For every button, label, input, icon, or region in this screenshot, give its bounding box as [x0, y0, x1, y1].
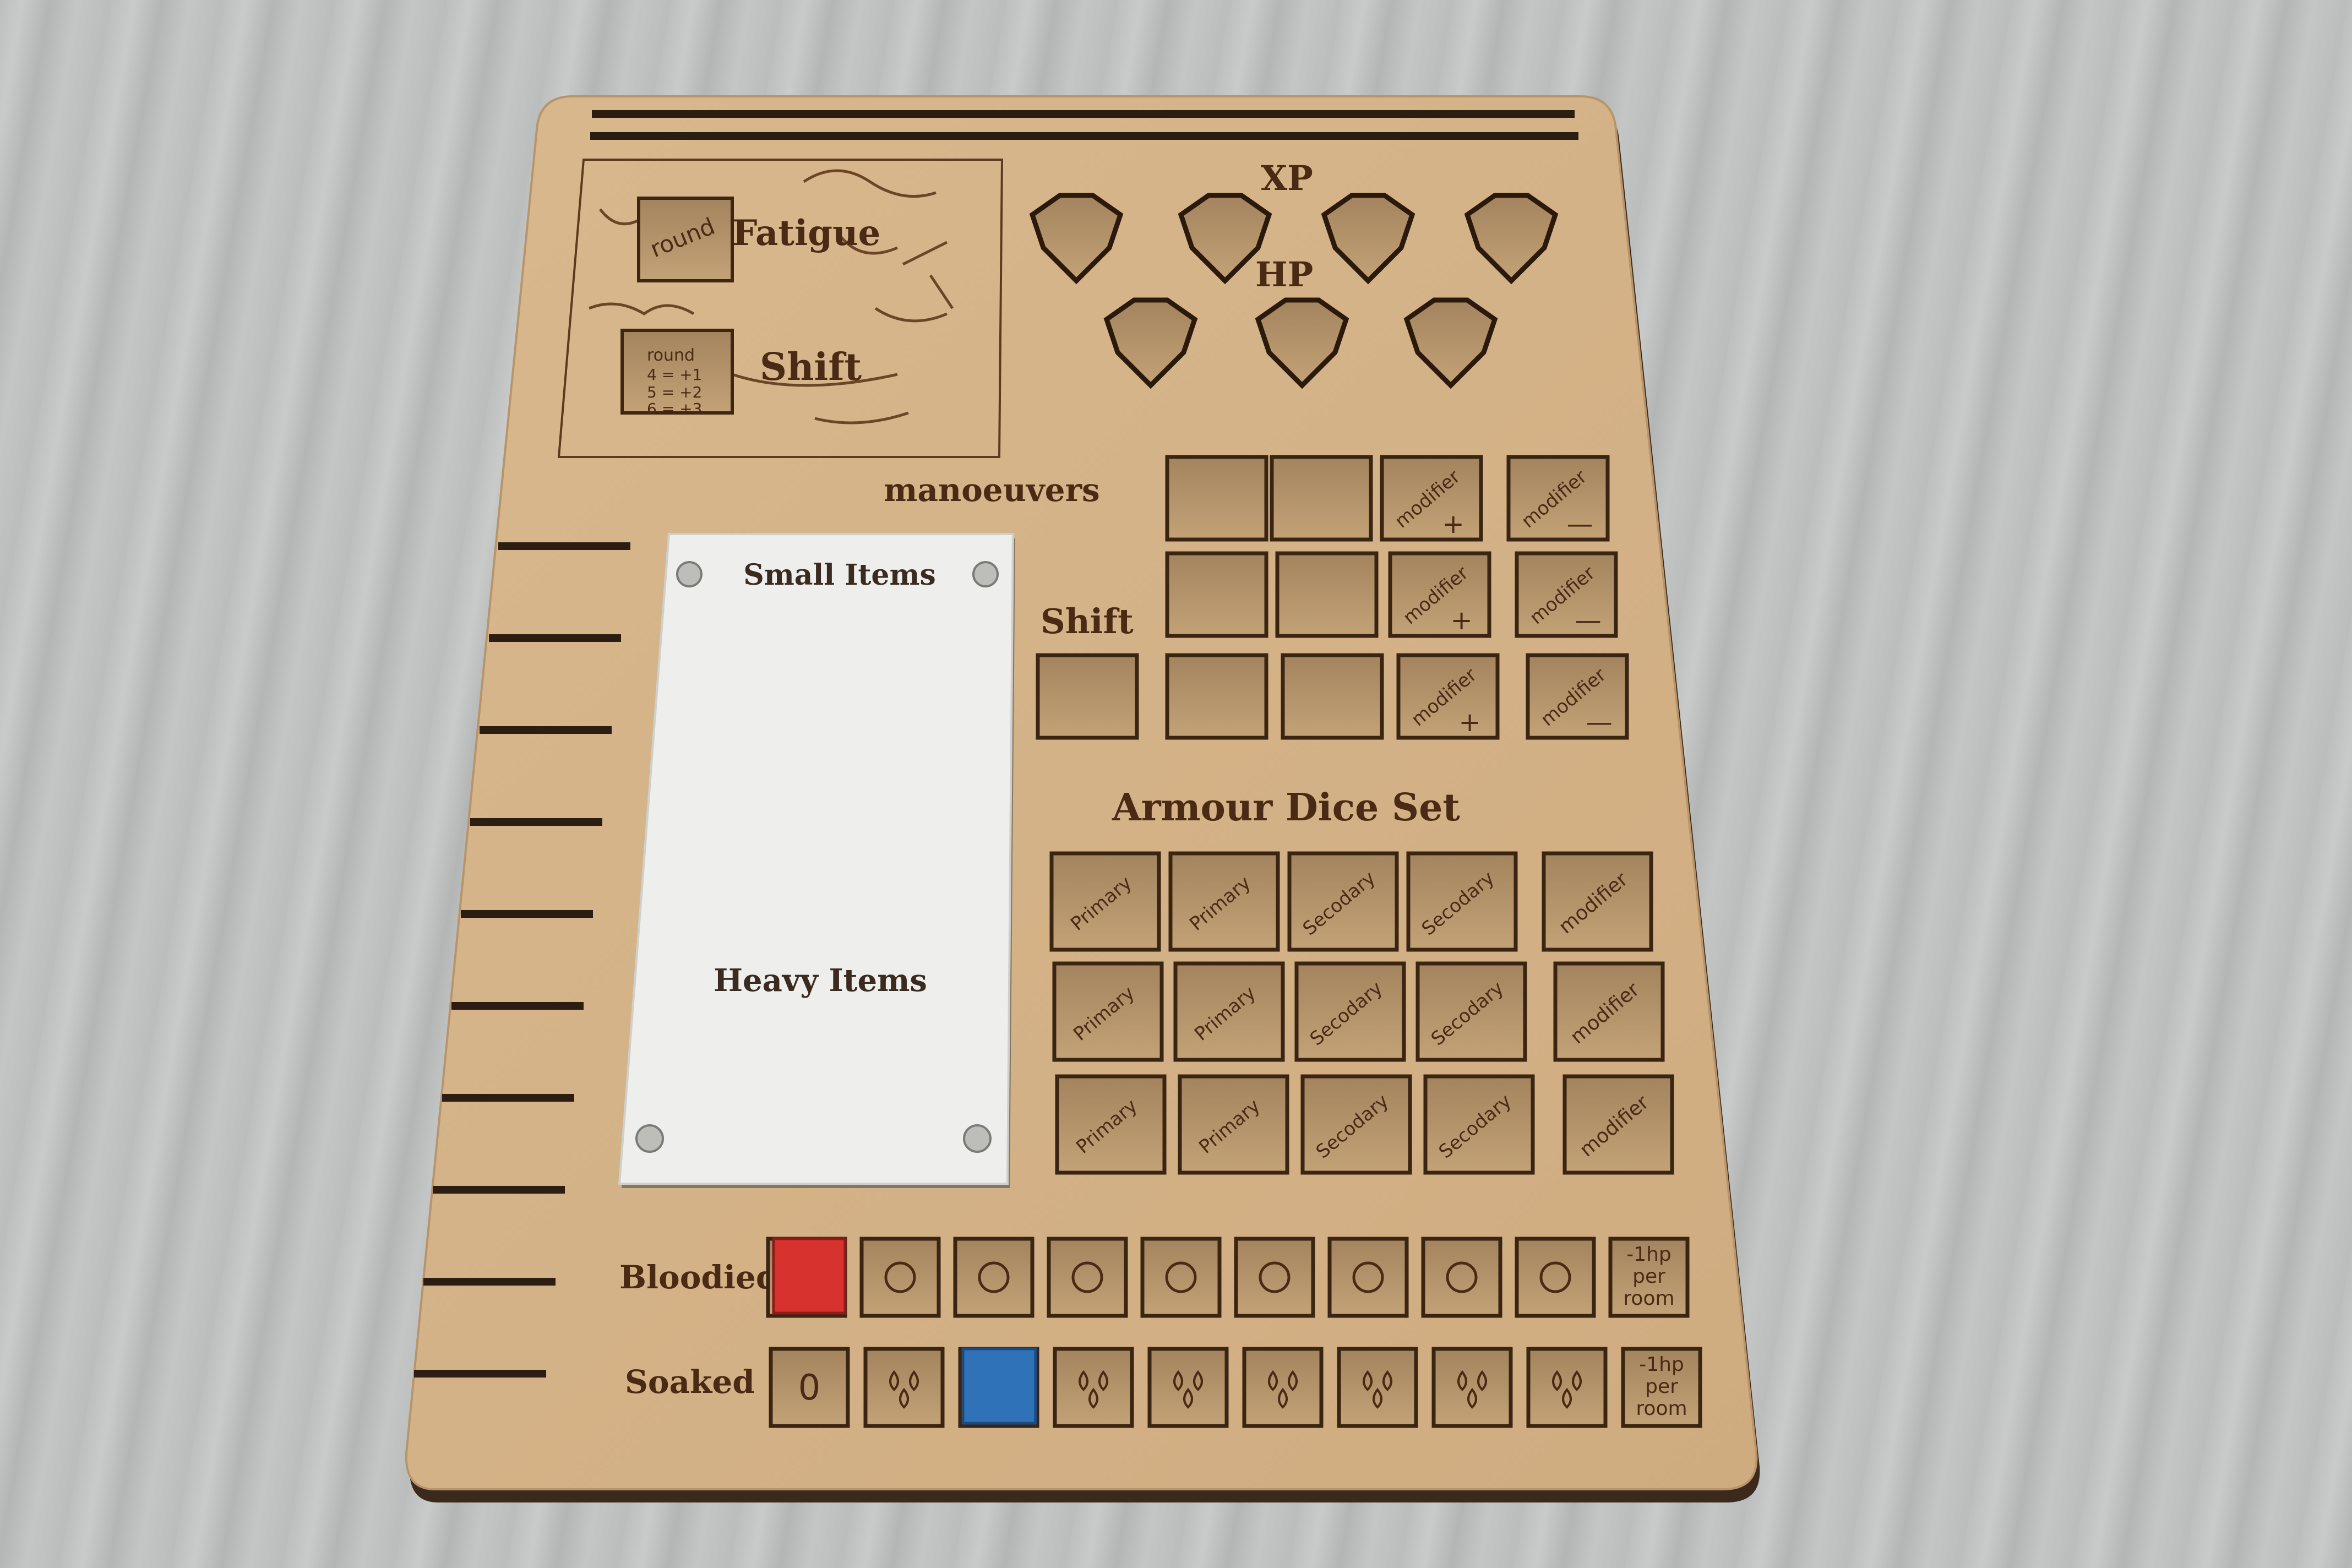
- inventory-slot[interactable]: [470, 818, 602, 826]
- manoeuver-slot[interactable]: [1281, 653, 1384, 740]
- inventory-slot[interactable]: [489, 634, 621, 642]
- inventory-slot[interactable]: [442, 1094, 574, 1102]
- penalty-text: -1hp: [1626, 1243, 1672, 1266]
- shift-round-text: round: [647, 346, 695, 365]
- manoeuver-slot[interactable]: [1275, 551, 1379, 638]
- minus-icon: —: [1575, 605, 1602, 636]
- items-card[interactable]: Small Items Heavy Items: [618, 533, 1015, 1188]
- soaked-label: Soaked: [625, 1363, 755, 1401]
- plus-icon: +: [1450, 605, 1472, 636]
- red-token[interactable]: [772, 1237, 847, 1315]
- armour-dice-label: Armour Dice Set: [1112, 786, 1460, 830]
- inventory-slot[interactable]: [498, 542, 630, 550]
- zero-text: 0: [798, 1368, 821, 1408]
- bloodied-slot[interactable]: [1421, 1237, 1502, 1318]
- minus-icon: —: [1567, 509, 1593, 540]
- fatigue-label: Fatigue: [732, 213, 880, 254]
- manoeuver-slot[interactable]: [1270, 455, 1373, 542]
- bloodied-slot[interactable]: [1234, 1237, 1315, 1318]
- round-rule-3: 6 = +3: [647, 400, 702, 418]
- round-rule-1: 4 = +1: [647, 366, 702, 384]
- inventory-slot[interactable]: [414, 1370, 546, 1378]
- soaked-slot[interactable]: [1526, 1347, 1608, 1428]
- card-rivet: [963, 1124, 992, 1153]
- blue-token[interactable]: [961, 1347, 1037, 1425]
- plus-icon: +: [1458, 707, 1480, 738]
- manoeuver-slot[interactable]: [1036, 653, 1139, 740]
- manoeuver-slot[interactable]: [1165, 653, 1268, 740]
- manoeuver-slot[interactable]: [1165, 455, 1268, 542]
- soaked-slot[interactable]: [1337, 1347, 1418, 1428]
- round-rule-2: 5 = +2: [647, 383, 702, 401]
- soaked-slot[interactable]: [1431, 1347, 1513, 1428]
- penalty-text: room: [1623, 1287, 1674, 1310]
- soaked-slot[interactable]: [1242, 1347, 1324, 1428]
- bloodied-label: Bloodied: [619, 1259, 778, 1296]
- manoeuver-slot[interactable]: [1165, 551, 1268, 638]
- bloodied-slot[interactable]: [1327, 1237, 1409, 1318]
- penalty-text: per: [1632, 1265, 1665, 1288]
- photo-scene: round Fatigue round 4 = +1 5 = +2 6 = +3…: [405, 95, 1760, 1502]
- inventory-slot[interactable]: [433, 1186, 565, 1194]
- soaked-slot[interactable]: [1147, 1347, 1229, 1428]
- bloodied-slot[interactable]: [953, 1237, 1035, 1318]
- card-rivet: [972, 561, 999, 587]
- bloodied-slot[interactable]: [1140, 1237, 1222, 1318]
- soaked-slot[interactable]: [863, 1347, 945, 1428]
- heavy-items-label: Heavy Items: [714, 962, 927, 999]
- bloodied-slot[interactable]: [859, 1237, 941, 1318]
- penalty-text: per: [1645, 1375, 1678, 1398]
- inventory-slot[interactable]: [423, 1278, 556, 1286]
- card-rivet: [635, 1124, 664, 1153]
- hp-label: HP: [1255, 254, 1313, 295]
- manoeuvers-label: manoeuvers: [884, 471, 1100, 509]
- shift-row-label: Shift: [1041, 601, 1134, 641]
- plus-icon: +: [1442, 509, 1464, 540]
- xp-label: XP: [1261, 158, 1313, 198]
- top-slot: [592, 110, 1575, 118]
- inventory-slot[interactable]: [480, 726, 612, 734]
- inventory-slot[interactable]: [461, 910, 593, 918]
- minus-icon: —: [1586, 707, 1613, 738]
- top-slot: [590, 132, 1578, 140]
- shift-label: Shift: [760, 345, 862, 389]
- bloodied-slot[interactable]: [1515, 1237, 1596, 1318]
- penalty-text: room: [1636, 1397, 1687, 1420]
- card-rivet: [676, 561, 703, 587]
- penalty-text: -1hp: [1639, 1353, 1684, 1376]
- armour-grid: Primary Primary Secodary Secodary modifierPr…: [1049, 851, 1674, 1175]
- soaked-slot[interactable]: [1053, 1347, 1134, 1428]
- inventory-slot[interactable]: [451, 1002, 584, 1010]
- bloodied-slot[interactable]: [1047, 1237, 1128, 1318]
- small-items-label: Small Items: [743, 558, 936, 592]
